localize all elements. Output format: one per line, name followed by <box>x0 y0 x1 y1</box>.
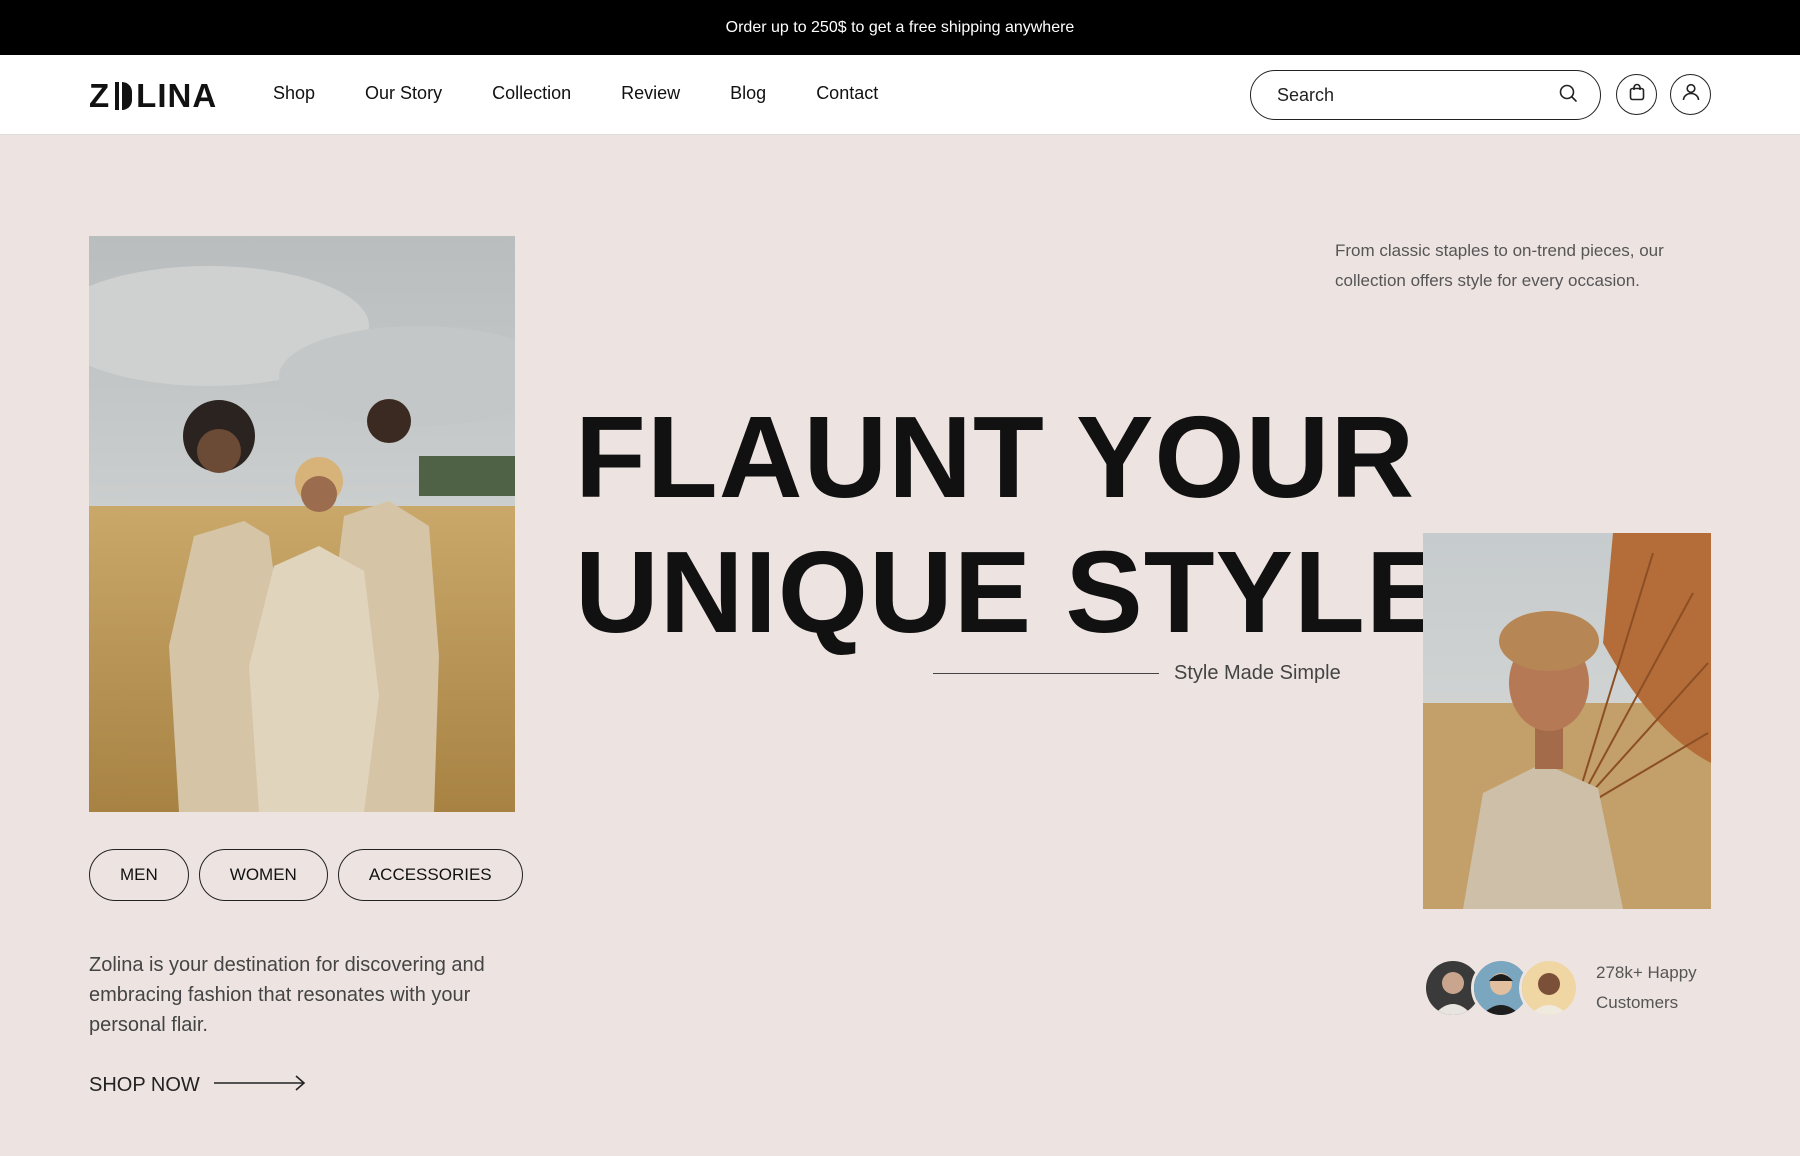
nav-collection[interactable]: Collection <box>492 83 571 104</box>
category-women-button[interactable]: WOMEN <box>198 849 328 901</box>
collection-blurb: From classic staples to on-trend pieces,… <box>1335 241 1664 290</box>
announcement-text: Order up to 250$ to get a free shipping … <box>725 18 1075 36</box>
customers-line-2: Customers <box>1596 993 1679 1012</box>
shopping-bag-icon <box>1627 82 1647 107</box>
main-nav: Shop Our Story Collection Review Blog Co… <box>273 83 928 104</box>
hero-image-portrait <box>1423 533 1711 909</box>
user-icon <box>1681 82 1701 107</box>
site-header: Z LINA Shop Our Story Collection Review … <box>0 55 1800 135</box>
tagline-divider <box>933 672 1159 675</box>
search-input[interactable] <box>1277 84 1558 106</box>
happy-customers-count: 278k+ Happy Customers <box>1596 958 1697 1018</box>
avatar <box>1519 958 1579 1018</box>
nav-blog[interactable]: Blog <box>730 83 766 104</box>
hero-tagline: Style Made Simple <box>933 662 1341 685</box>
category-tags: MEN WOMEN ACCESSORIES <box>89 849 523 901</box>
nav-contact[interactable]: Contact <box>816 83 878 104</box>
shop-now-label: SHOP NOW <box>89 1074 200 1096</box>
account-button[interactable] <box>1670 74 1711 115</box>
hero-image-group <box>89 236 515 812</box>
headline-line-2: UNIQUE STYLE <box>575 527 1445 657</box>
shop-now-link[interactable]: SHOP NOW <box>89 1074 306 1097</box>
brand-letters: LINA <box>136 77 218 114</box>
hero-headline: FLAUNT YOUR UNIQUE STYLE <box>575 390 1444 660</box>
nav-shop[interactable]: Shop <box>273 83 315 104</box>
cart-button[interactable] <box>1616 74 1657 115</box>
category-men-button[interactable]: MEN <box>89 849 189 901</box>
brand-logo[interactable]: Z LINA <box>89 77 217 115</box>
brand-letter-z: Z <box>89 77 111 114</box>
arrow-right-icon <box>200 1074 306 1097</box>
nav-review[interactable]: Review <box>621 83 680 104</box>
tagline-text: Style Made Simple <box>1174 662 1341 684</box>
brand-description: Zolina is your destination for discoveri… <box>89 954 485 1036</box>
customer-avatars <box>1423 958 1579 1018</box>
category-accessories-button[interactable]: ACCESSORIES <box>337 849 523 901</box>
brand-o-mark <box>112 82 134 110</box>
nav-our-story[interactable]: Our Story <box>365 83 442 104</box>
announcement-bar: Order up to 250$ to get a free shipping … <box>0 0 1800 55</box>
headline-line-1: FLAUNT YOUR <box>575 392 1416 522</box>
customers-line-1: 278k+ Happy <box>1596 963 1697 982</box>
search-box[interactable] <box>1250 70 1601 120</box>
search-icon[interactable] <box>1558 83 1578 108</box>
